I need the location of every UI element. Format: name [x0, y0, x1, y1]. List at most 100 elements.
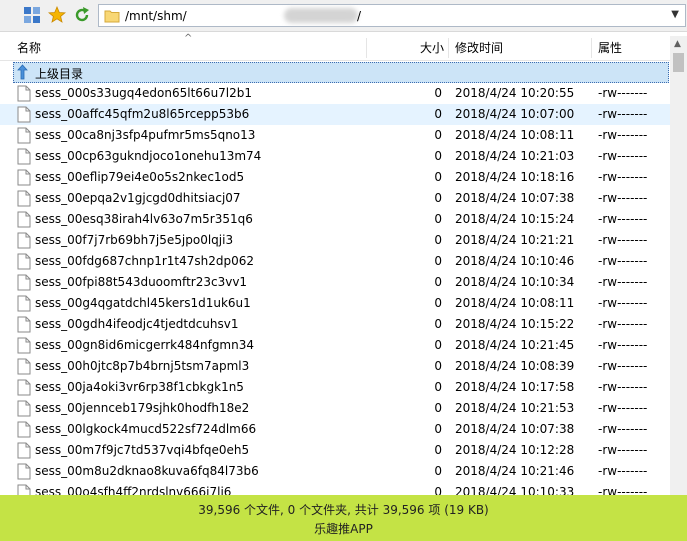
file-modified: 2018/4/24 10:21:53 — [455, 401, 575, 415]
file-row[interactable]: sess_00o4sfh4ff2nrdslnv666i7li6 0 2018/4/2… — [0, 482, 670, 495]
file-icon — [17, 295, 31, 315]
file-row[interactable]: sess_00esq38irah4lv63o7m5r351q6 0 2018/4/2… — [0, 209, 670, 230]
file-size: 0 — [434, 275, 442, 289]
file-permissions: -rw------- — [598, 149, 648, 163]
file-icon — [17, 148, 31, 168]
status-bar: 39,596 个文件, 0 个文件夹, 共计 39,596 项 (19 KB) … — [0, 495, 687, 541]
file-icon — [17, 211, 31, 231]
column-modified[interactable]: 修改时间 — [455, 36, 503, 60]
file-row[interactable]: sess_00h0jtc8p7b4brnj5tsm7apml3 0 2018/4/2… — [0, 356, 670, 377]
file-icon — [17, 232, 31, 252]
file-name: sess_00m8u2dknao8kuva6fq84l73b6 — [35, 464, 259, 478]
file-size: 0 — [434, 380, 442, 394]
file-permissions: -rw------- — [598, 485, 648, 495]
favorites-star-icon[interactable] — [47, 5, 67, 25]
file-permissions: -rw------- — [598, 107, 648, 121]
file-modified: 2018/4/24 10:10:46 — [455, 254, 575, 268]
file-name: sess_00m7f9jc7td537vqi4bfqe0eh5 — [35, 443, 250, 457]
file-modified: 2018/4/24 10:08:39 — [455, 359, 575, 373]
file-size: 0 — [434, 296, 442, 310]
view-toggle-icon[interactable] — [22, 5, 42, 25]
chevron-down-icon[interactable]: ▼ — [671, 9, 679, 20]
column-name[interactable]: 名称 — [17, 36, 41, 60]
file-icon — [17, 127, 31, 147]
file-modified: 2018/4/24 10:15:24 — [455, 212, 575, 226]
file-icon — [17, 421, 31, 441]
file-permissions: -rw------- — [598, 170, 648, 184]
file-name: sess_00cp63gukndjoco1onehu13m74 — [35, 149, 262, 163]
file-size: 0 — [434, 212, 442, 226]
file-row[interactable]: sess_00g4qgatdchl45kers1d1uk6u1 0 2018/4/2… — [0, 293, 670, 314]
file-icon — [17, 463, 31, 483]
file-row[interactable]: sess_00ja4oki3vr6rp38f1cbkgk1n5 0 2018/4/2… — [0, 377, 670, 398]
file-name: sess_00affc45qfm2u8l65rcepp53b6 — [35, 107, 250, 121]
file-size: 0 — [434, 149, 442, 163]
file-size: 0 — [434, 359, 442, 373]
column-size[interactable]: 大小 — [366, 36, 444, 60]
file-name: sess_00fpi88t543duoomftr23c3vv1 — [35, 275, 248, 289]
file-size: 0 — [434, 191, 442, 205]
file-row[interactable]: sess_00jennceb179sjhk0hodfh18e2 0 2018/4/2… — [0, 398, 670, 419]
file-row[interactable]: sess_00eflip79ei4e0o5s2nkec1od5 0 2018/4/2… — [0, 167, 670, 188]
file-icon — [17, 400, 31, 420]
column-attributes[interactable]: 属性 — [598, 36, 622, 60]
file-permissions: -rw------- — [598, 422, 648, 436]
file-size: 0 — [434, 338, 442, 352]
vertical-scrollbar[interactable]: ▲ — [670, 36, 687, 495]
file-permissions: -rw------- — [598, 86, 648, 100]
file-size: 0 — [434, 443, 442, 457]
file-name: sess_00eflip79ei4e0o5s2nkec1od5 — [35, 170, 245, 184]
file-permissions: -rw------- — [598, 296, 648, 310]
file-name: sess_00h0jtc8p7b4brnj5tsm7apml3 — [35, 359, 250, 373]
file-row[interactable]: sess_00m8u2dknao8kuva6fq84l73b6 0 2018/4/2… — [0, 461, 670, 482]
address-bar[interactable]: /mnt/shm/ / ▼ — [98, 4, 686, 27]
parent-directory-row[interactable]: 上级目录 — [13, 62, 669, 83]
file-row[interactable]: sess_00gdh4ifeodjc4tjedtdcuhsv1 0 2018/4/2… — [0, 314, 670, 335]
file-permissions: -rw------- — [598, 254, 648, 268]
file-modified: 2018/4/24 10:21:46 — [455, 464, 575, 478]
file-icon — [17, 358, 31, 378]
file-row[interactable]: sess_00f7j7rb69bh7j5e5jpo0lqji3 0 2018/4/2… — [0, 230, 670, 251]
column-divider[interactable] — [448, 38, 449, 58]
file-name: sess_00esq38irah4lv63o7m5r351q6 — [35, 212, 253, 226]
file-name: sess_000s33ugq4edon65lt66u7l2b1 — [35, 86, 253, 100]
file-size: 0 — [434, 317, 442, 331]
address-text: /mnt/shm/ — [125, 9, 187, 23]
redacted-path — [284, 8, 358, 23]
file-icon — [17, 169, 31, 189]
file-row[interactable]: sess_00lgkock4mucd522sf724dlm66 0 2018/4/2… — [0, 419, 670, 440]
file-size: 0 — [434, 128, 442, 142]
file-row[interactable]: sess_00m7f9jc7td537vqi4bfqe0eh5 0 2018/4/2… — [0, 440, 670, 461]
file-row[interactable]: sess_000s33ugq4edon65lt66u7l2b1 0 2018/4/2… — [0, 83, 670, 104]
file-row[interactable]: sess_00cp63gukndjoco1onehu13m74 0 2018/4/2… — [0, 146, 670, 167]
file-icon — [17, 316, 31, 336]
file-row[interactable]: sess_00epqa2v1gjcgd0dhitsiacj07 0 2018/4/2… — [0, 188, 670, 209]
file-icon — [17, 442, 31, 462]
file-size: 0 — [434, 170, 442, 184]
file-icon — [17, 190, 31, 210]
refresh-icon[interactable] — [72, 5, 92, 25]
file-modified: 2018/4/24 10:17:58 — [455, 380, 575, 394]
file-row[interactable]: sess_00fdg687chnp1r1t47sh2dp062 0 2018/4/2… — [0, 251, 670, 272]
scrollbar-thumb[interactable] — [673, 53, 684, 72]
file-row[interactable]: sess_00affc45qfm2u8l65rcepp53b6 0 2018/4/2… — [0, 104, 670, 125]
file-name: sess_00f7j7rb69bh7j5e5jpo0lqji3 — [35, 233, 234, 247]
file-row[interactable]: sess_00fpi88t543duoomftr23c3vv1 0 2018/4/2… — [0, 272, 670, 293]
file-permissions: -rw------- — [598, 443, 648, 457]
file-modified: 2018/4/24 10:21:03 — [455, 149, 575, 163]
folder-icon — [104, 8, 120, 26]
file-modified: 2018/4/24 10:07:38 — [455, 191, 575, 205]
file-name: sess_00jennceb179sjhk0hodfh18e2 — [35, 401, 250, 415]
file-row[interactable]: sess_00ca8nj3sfp4pufmr5ms5qno13 0 2018/4/2… — [0, 125, 670, 146]
file-icon — [17, 337, 31, 357]
file-row[interactable]: sess_00gn8id6micgerrk484nfgmn34 0 2018/4/2… — [0, 335, 670, 356]
file-modified: 2018/4/24 10:21:21 — [455, 233, 575, 247]
file-icon — [17, 484, 31, 495]
scroll-up-icon[interactable]: ▲ — [674, 39, 681, 49]
file-icon — [17, 106, 31, 126]
file-name: sess_00ca8nj3sfp4pufmr5ms5qno13 — [35, 128, 256, 142]
column-divider[interactable] — [591, 38, 592, 58]
file-permissions: -rw------- — [598, 128, 648, 142]
file-modified: 2018/4/24 10:15:22 — [455, 317, 575, 331]
file-permissions: -rw------- — [598, 233, 648, 247]
